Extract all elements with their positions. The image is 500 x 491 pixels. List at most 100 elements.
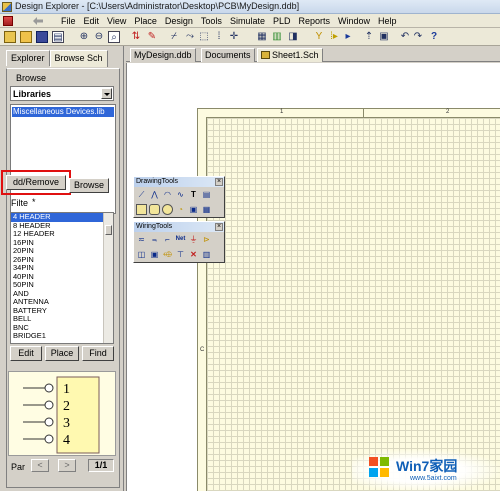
part-list[interactable]: 4 HEADER 8 HEADER 12 HEADER 16PIN 20PIN … bbox=[10, 212, 114, 344]
part-icon[interactable]: ⊳ bbox=[201, 234, 212, 245]
back-arrow-icon[interactable] bbox=[33, 17, 43, 25]
filter-field[interactable]: * bbox=[32, 197, 36, 207]
hierarchy-icon[interactable]: ⇡ bbox=[363, 31, 375, 43]
pencil-icon[interactable]: ✎ bbox=[146, 31, 158, 43]
project-icon[interactable] bbox=[4, 31, 16, 43]
zoom-in-icon[interactable]: ⊕ bbox=[78, 31, 90, 43]
menu-simulate[interactable]: Simulate bbox=[226, 15, 269, 27]
library-item[interactable]: Miscellaneous Devices.lib bbox=[12, 107, 114, 117]
menu-view[interactable]: View bbox=[103, 15, 130, 27]
sheet-symbol-icon[interactable]: ◫ bbox=[136, 249, 147, 260]
save-icon[interactable] bbox=[36, 31, 48, 43]
menu-items: File Edit View Place Design Tools Simula… bbox=[57, 15, 401, 27]
array-paste-icon[interactable]: ▦ bbox=[201, 204, 212, 215]
title-bar: Design Explorer - [C:\Users\Administrato… bbox=[0, 0, 500, 14]
open-folder-icon[interactable] bbox=[20, 31, 32, 43]
bus-icon[interactable]: ⤳ bbox=[184, 31, 196, 43]
wire-icon[interactable]: ⌿ bbox=[168, 31, 180, 43]
close-icon[interactable]: × bbox=[215, 223, 223, 231]
library-icon[interactable]: ▥ bbox=[271, 31, 283, 43]
rectangle-icon[interactable] bbox=[136, 204, 147, 215]
part-list-scrollbar[interactable] bbox=[103, 213, 113, 343]
app-icon bbox=[2, 2, 12, 12]
drawing-tools-palette[interactable]: DrawingTools × ⟋ ⋀ ◠ ∿ T ▤ ◔ ▣ ▦ bbox=[133, 176, 225, 218]
menu-pld[interactable]: PLD bbox=[269, 15, 295, 27]
bus-icon[interactable]: ⫬ bbox=[149, 234, 160, 245]
menu-window[interactable]: Window bbox=[334, 15, 374, 27]
pcb-layout-icon[interactable]: ▥ bbox=[201, 249, 212, 260]
power-port-icon[interactable]: ⏚ bbox=[188, 234, 199, 245]
text-frame-icon[interactable]: ▤ bbox=[201, 189, 212, 200]
tab-documents[interactable]: Documents bbox=[201, 48, 255, 62]
cross-probe-icon[interactable]: ⇅ bbox=[130, 31, 142, 43]
wiring-tools-caption[interactable]: WiringTools × bbox=[134, 222, 224, 232]
no-erc-icon[interactable]: ✕ bbox=[188, 249, 199, 260]
prev-part-button[interactable]: < bbox=[31, 459, 49, 472]
line-icon[interactable]: ⟋ bbox=[136, 189, 147, 200]
flag-icon[interactable]: ▸ bbox=[342, 31, 354, 43]
pin-label: 4 bbox=[63, 433, 70, 448]
schematic-sheet[interactable]: 1 2 C bbox=[197, 108, 500, 491]
tab-browse-sch[interactable]: Browse Sch bbox=[49, 50, 108, 67]
wire-icon[interactable]: ≂ bbox=[136, 234, 147, 245]
array-icon[interactable]: ▦ bbox=[256, 31, 268, 43]
tab-sheet1[interactable]: Sheet1.Sch bbox=[257, 48, 323, 62]
bezier-icon[interactable]: ∿ bbox=[175, 189, 186, 200]
list-item[interactable]: BRIDGE1 bbox=[11, 331, 113, 341]
schematic-canvas[interactable]: 1 2 C DrawingTools × ⟋ ⋀ ◠ ∿ T ▤ ◔ ▣ ▦ W… bbox=[126, 63, 500, 491]
menu-bar: File Edit View Place Design Tools Simula… bbox=[0, 14, 500, 28]
tab-mydesign[interactable]: MyDesign.ddb bbox=[130, 48, 196, 62]
close-icon[interactable]: × bbox=[215, 178, 223, 186]
drawing-tools-caption[interactable]: DrawingTools × bbox=[134, 177, 224, 187]
zoom-out-icon[interactable]: ⊖ bbox=[93, 31, 105, 43]
drawing-tools-row-2: ◔ ▣ ▦ bbox=[134, 202, 224, 217]
menu-design[interactable]: Design bbox=[161, 15, 197, 27]
menu-tools[interactable]: Tools bbox=[197, 15, 226, 27]
probe-icon[interactable]: Y bbox=[313, 31, 325, 43]
zoom-fit-icon[interactable]: ⌕ bbox=[108, 31, 120, 43]
edit-button[interactable]: Edit bbox=[10, 346, 42, 361]
sheet-grid bbox=[206, 117, 500, 491]
part-icon[interactable]: ◨ bbox=[287, 31, 299, 43]
graphic-icon[interactable]: ▣ bbox=[188, 204, 199, 215]
menu-help[interactable]: Help bbox=[374, 15, 401, 27]
part-label: Par bbox=[11, 462, 26, 472]
help-icon[interactable]: ? bbox=[428, 31, 440, 43]
select-icon[interactable]: ⬚ bbox=[198, 31, 210, 43]
document-menu-icon[interactable] bbox=[3, 16, 13, 26]
sheet-icon[interactable]: ▣ bbox=[378, 31, 390, 43]
ellipse-icon[interactable] bbox=[162, 204, 173, 215]
watermark-logo: Win7家园 www.5aixt.com bbox=[352, 450, 500, 491]
menu-place[interactable]: Place bbox=[130, 15, 161, 27]
move-icon[interactable]: ✛ bbox=[228, 31, 240, 43]
pie-icon[interactable]: ◔ bbox=[175, 204, 186, 215]
next-part-button[interactable]: > bbox=[58, 459, 76, 472]
wiring-tools-row-2: ◫ ▣ ⬲ ⊤ ✕ ▥ bbox=[134, 247, 224, 262]
undo-icon[interactable]: ↶ bbox=[399, 31, 411, 43]
rounded-rect-icon[interactable] bbox=[149, 204, 160, 215]
menu-file[interactable]: File bbox=[57, 15, 80, 27]
wiring-tools-palette[interactable]: WiringTools × ≂ ⫬ ⌐ Net ⏚ ⊳ ◫ ▣ ⬲ ⊤ ✕ ▥ bbox=[133, 221, 225, 263]
tab-explorer[interactable]: Explorer bbox=[6, 50, 50, 66]
sheet-entry-icon[interactable]: ▣ bbox=[149, 249, 160, 260]
browse-button[interactable]: Browse bbox=[69, 178, 109, 193]
bus-entry-icon[interactable]: ⌐ bbox=[162, 234, 173, 245]
port-icon[interactable]: ⬲ bbox=[162, 249, 173, 260]
text-icon[interactable]: T bbox=[188, 189, 199, 200]
library-type-select[interactable]: Libraries bbox=[10, 86, 114, 101]
chevron-down-icon[interactable] bbox=[101, 88, 112, 99]
polygon-icon[interactable]: ⋀ bbox=[149, 189, 160, 200]
run-icon[interactable]: ⁞▸ bbox=[328, 31, 340, 43]
arc-icon[interactable]: ◠ bbox=[162, 189, 173, 200]
redo-icon[interactable]: ↷ bbox=[412, 31, 424, 43]
add-remove-button[interactable]: dd/Remove bbox=[1, 170, 71, 195]
scrollbar-thumb[interactable] bbox=[105, 225, 112, 235]
menu-reports[interactable]: Reports bbox=[294, 15, 334, 27]
net-label-icon[interactable]: Net bbox=[175, 234, 186, 245]
deselect-icon[interactable]: ⁞ bbox=[213, 31, 225, 43]
junction-icon[interactable]: ⊤ bbox=[175, 249, 186, 260]
place-button[interactable]: Place bbox=[45, 346, 79, 361]
menu-edit[interactable]: Edit bbox=[80, 15, 104, 27]
print-icon[interactable]: ▤ bbox=[52, 31, 64, 43]
find-button[interactable]: Find bbox=[82, 346, 114, 361]
